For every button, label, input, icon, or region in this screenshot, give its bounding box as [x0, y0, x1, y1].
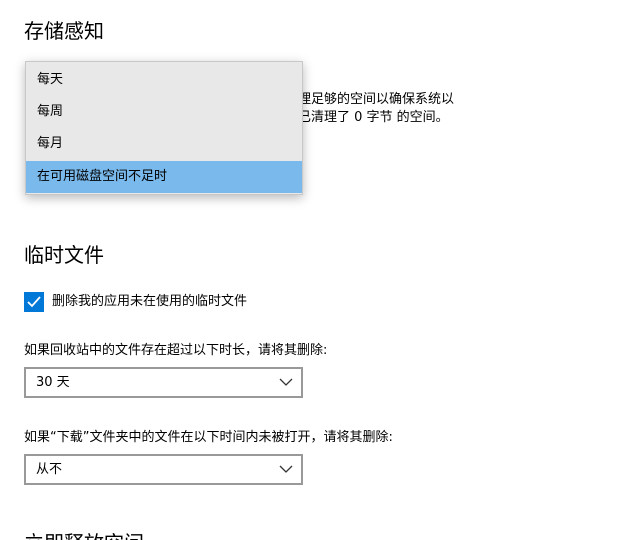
frequency-option-daily[interactable]: 每天: [26, 64, 302, 96]
checkmark-icon: [27, 296, 41, 308]
free-up-space-title: 立即释放空间: [24, 531, 144, 540]
recycle-bin-label: 如果回收站中的文件存在超过以下时长，请将其删除:: [24, 343, 328, 358]
settings-page: 存储感知 理足够的空间以确保系统以 已清理了 0 字节 的空间。 每天 每周 每…: [0, 0, 640, 540]
delete-temp-files-checkbox[interactable]: [24, 292, 44, 312]
downloads-select[interactable]: 从不: [24, 454, 303, 485]
chevron-down-icon: [279, 378, 293, 386]
frequency-option-weekly[interactable]: 每周: [26, 96, 302, 128]
downloads-select-value: 从不: [36, 462, 63, 477]
recycle-bin-select-value: 30 天: [36, 375, 70, 390]
storage-sense-description-line2: 已清理了 0 字节 的空间。: [298, 110, 449, 125]
downloads-label: 如果“下载”文件夹中的文件在以下时间内未被打开，请将其删除:: [24, 430, 393, 445]
frequency-dropdown-popup: 每天 每周 每月 在可用磁盘空间不足时: [25, 61, 303, 195]
temp-files-title: 临时文件: [24, 243, 104, 267]
chevron-down-icon: [279, 465, 293, 473]
storage-sense-description-line1: 理足够的空间以确保系统以: [298, 92, 455, 107]
frequency-option-low-disk-space[interactable]: 在可用磁盘空间不足时: [26, 161, 302, 193]
recycle-bin-select[interactable]: 30 天: [24, 367, 303, 398]
storage-sense-title: 存储感知: [24, 19, 104, 43]
delete-temp-files-label[interactable]: 删除我的应用未在使用的临时文件: [52, 294, 247, 310]
frequency-option-monthly[interactable]: 每月: [26, 128, 302, 160]
